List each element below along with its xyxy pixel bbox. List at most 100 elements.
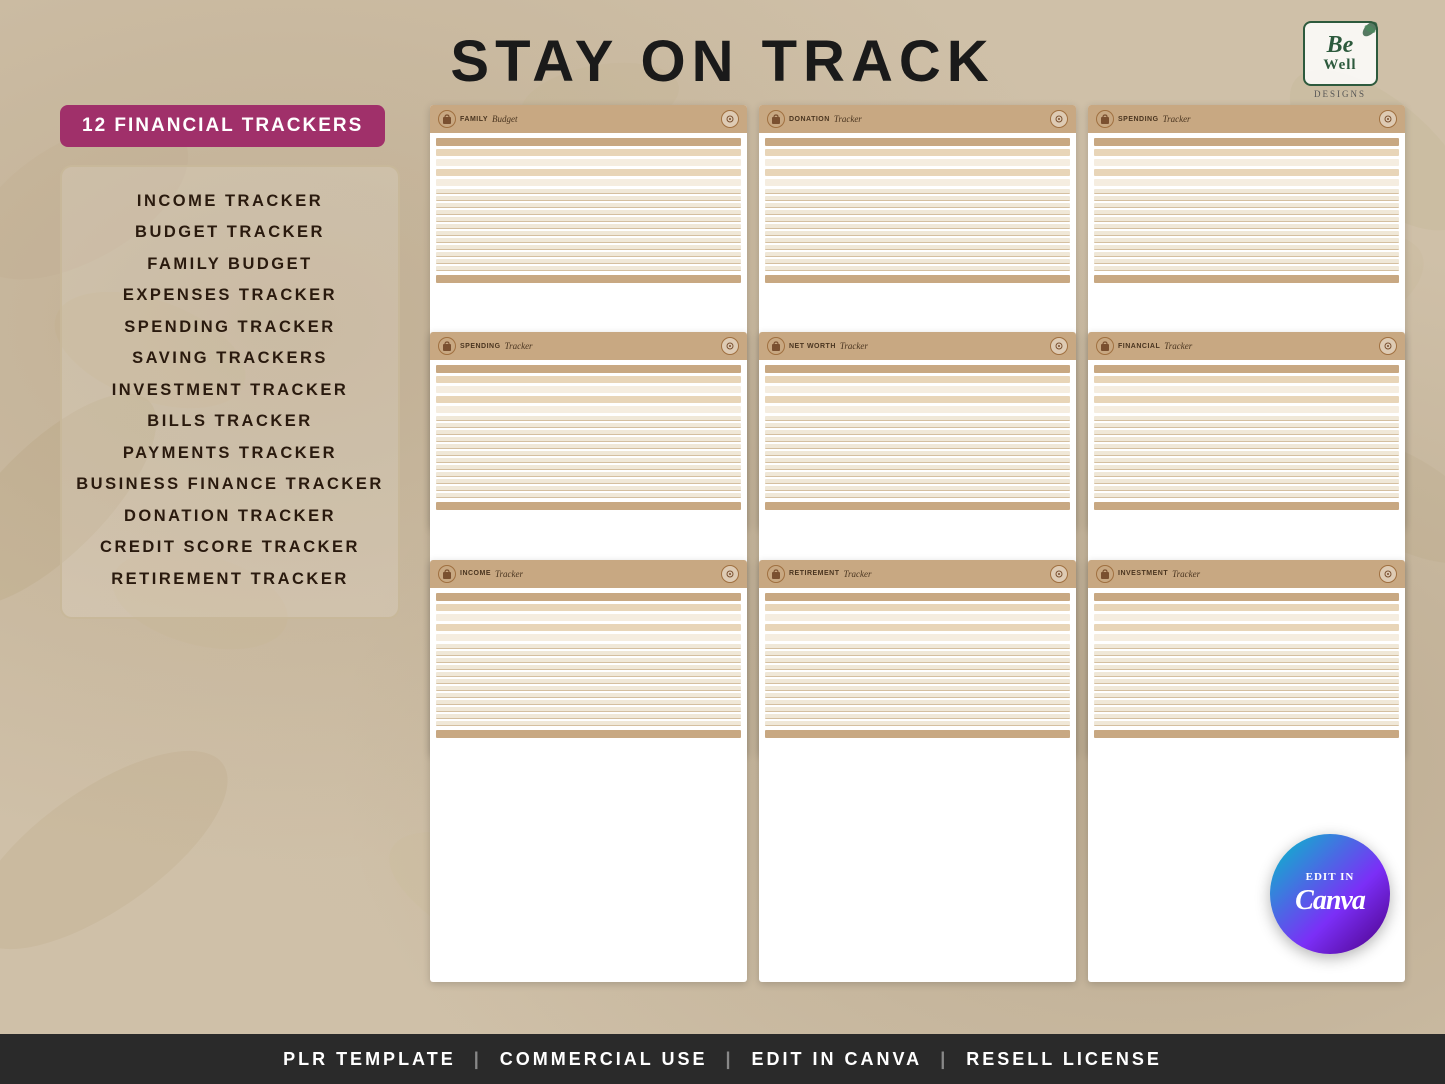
doc-line xyxy=(436,430,741,435)
doc-row-3 xyxy=(436,396,741,403)
doc-line xyxy=(1094,686,1399,691)
doc-settings-icon xyxy=(1050,110,1068,128)
doc-line xyxy=(765,196,1070,201)
doc-content xyxy=(1088,133,1405,291)
doc-cursive: Tracker xyxy=(505,341,533,351)
doc-line xyxy=(436,714,741,719)
doc-header: INVESTMENT Tracker xyxy=(1088,560,1405,588)
doc-header: FINANCIAL Tracker xyxy=(1088,332,1405,360)
doc-line xyxy=(436,693,741,698)
doc-settings-icon xyxy=(721,110,739,128)
doc-cursive: Tracker xyxy=(840,341,868,351)
doc-header: SPENDING Tracker xyxy=(430,332,747,360)
doc-line xyxy=(436,472,741,477)
content-row: 12 FINANCIAL TRACKERS INCOME TRACKERBUDG… xyxy=(0,105,1445,1034)
doc-line xyxy=(436,210,741,215)
doc-bottom-accent xyxy=(1094,502,1399,510)
doc-line xyxy=(1094,479,1399,484)
doc-line xyxy=(1094,693,1399,698)
doc-line xyxy=(436,203,741,208)
footer-separator: | xyxy=(725,1049,733,1070)
doc-line xyxy=(765,189,1070,194)
doc-line xyxy=(436,700,741,705)
doc-line xyxy=(1094,203,1399,208)
doc-line xyxy=(436,672,741,677)
doc-bottom-accent xyxy=(436,502,741,510)
doc-line xyxy=(436,259,741,264)
doc-cursive: Tracker xyxy=(1164,341,1192,351)
doc-line xyxy=(436,686,741,691)
logo-circle: Be Well xyxy=(1303,21,1378,86)
doc-line xyxy=(765,252,1070,257)
doc-line xyxy=(436,707,741,712)
doc-line xyxy=(765,651,1070,656)
doc-line xyxy=(765,693,1070,698)
doc-line-section xyxy=(1094,644,1399,726)
footer-separator: | xyxy=(474,1049,482,1070)
logo-be: Be xyxy=(1327,33,1354,57)
doc-accent-row xyxy=(436,138,741,146)
footer-item: RESELL LICENSE xyxy=(966,1049,1162,1070)
doc-settings-icon xyxy=(1379,110,1397,128)
doc-title: DONATION xyxy=(789,116,830,123)
tracker-item: SPENDING TRACKER xyxy=(72,311,388,343)
doc-line-section xyxy=(765,644,1070,726)
doc-row-3 xyxy=(436,624,741,631)
doc-content xyxy=(1088,360,1405,518)
doc-line xyxy=(765,658,1070,663)
doc-line xyxy=(765,721,1070,726)
doc-row-1 xyxy=(765,376,1070,383)
doc-row-1 xyxy=(436,376,741,383)
doc-preview: INCOME Tracker xyxy=(430,560,747,983)
doc-cursive: Tracker xyxy=(1172,569,1200,579)
left-panel: 12 FINANCIAL TRACKERS INCOME TRACKERBUDG… xyxy=(60,105,400,619)
doc-line xyxy=(1094,224,1399,229)
doc-bag-icon xyxy=(1096,110,1114,128)
doc-line xyxy=(436,644,741,649)
doc-accent-row xyxy=(765,138,1070,146)
doc-line xyxy=(1094,266,1399,271)
doc-line xyxy=(1094,430,1399,435)
doc-accent-row xyxy=(436,593,741,601)
doc-line xyxy=(765,444,1070,449)
doc-row-3 xyxy=(1094,624,1399,631)
doc-accent-row xyxy=(1094,593,1399,601)
doc-line xyxy=(1094,196,1399,201)
header-area: STAY ON TRACK Be Well DESIGNS xyxy=(0,0,1445,105)
doc-line-section xyxy=(436,644,741,726)
doc-row-2 xyxy=(1094,386,1399,393)
doc-content xyxy=(1088,588,1405,746)
doc-line xyxy=(765,700,1070,705)
footer-separator: | xyxy=(940,1049,948,1070)
doc-line xyxy=(765,479,1070,484)
doc-settings-icon xyxy=(1379,565,1397,583)
tracker-item: INCOME TRACKER xyxy=(72,185,388,217)
doc-line xyxy=(436,224,741,229)
doc-line xyxy=(765,203,1070,208)
doc-accent-row xyxy=(436,365,741,373)
footer-item: PLR TEMPLATE xyxy=(283,1049,456,1070)
tracker-item: RETIREMENT TRACKER xyxy=(72,563,388,595)
doc-line xyxy=(1094,644,1399,649)
doc-line xyxy=(1094,658,1399,663)
doc-row-4 xyxy=(1094,406,1399,413)
canva-logo-text: Canva xyxy=(1295,885,1365,917)
doc-cursive: Tracker xyxy=(844,569,872,579)
doc-line xyxy=(1094,423,1399,428)
tracker-list: INCOME TRACKERBUDGET TRACKERFAMILY BUDGE… xyxy=(72,185,388,595)
doc-line xyxy=(765,672,1070,677)
doc-row-2 xyxy=(765,614,1070,621)
doc-line xyxy=(436,416,741,421)
doc-bag-icon xyxy=(1096,565,1114,583)
doc-header: INCOME Tracker xyxy=(430,560,747,588)
doc-header: RETIREMENT Tracker xyxy=(759,560,1076,588)
tracker-item: DONATION TRACKER xyxy=(72,500,388,532)
doc-title: FAMILY xyxy=(460,116,488,123)
doc-row-1 xyxy=(436,604,741,611)
canva-badge: EDIT IN Canva xyxy=(1270,834,1390,954)
doc-row-3 xyxy=(765,169,1070,176)
doc-line xyxy=(765,210,1070,215)
doc-line xyxy=(1094,486,1399,491)
doc-bottom-accent xyxy=(436,730,741,738)
doc-row-2 xyxy=(765,159,1070,166)
